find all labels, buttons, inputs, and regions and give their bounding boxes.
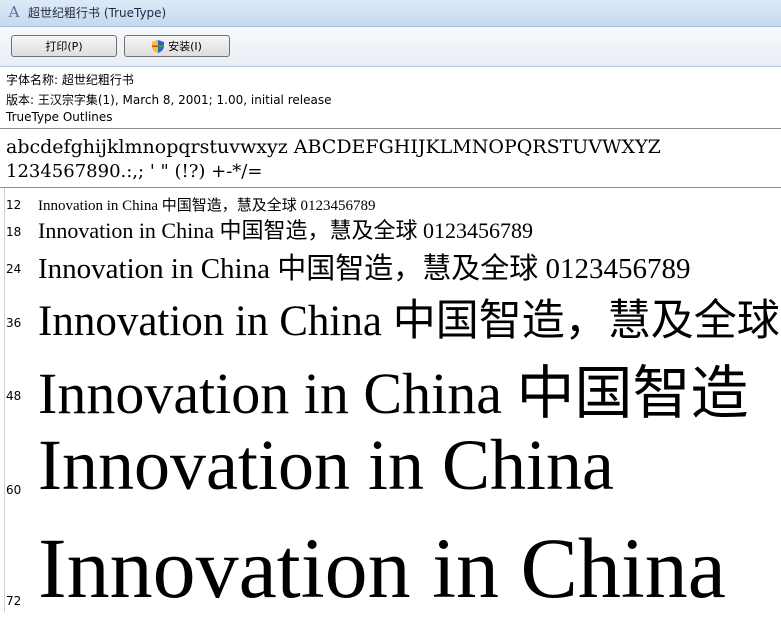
separator	[0, 128, 781, 129]
sample-text-18: Innovation in China 中国智造，慧及全球 0123456789	[38, 218, 533, 243]
size-label-72: 72	[6, 594, 22, 608]
size-label-18: 18	[6, 225, 22, 239]
print-button-label: 打印(P)	[45, 40, 83, 53]
title-bar: A 超世纪粗行书 (TrueType)	[0, 0, 781, 27]
sample-text-72: Innovation in China	[38, 520, 726, 616]
sample-text-60: Innovation in China	[38, 425, 614, 505]
install-button[interactable]: 安装(I)	[124, 35, 230, 57]
sample-text-24: Innovation in China 中国智造，慧及全球 0123456789	[38, 253, 691, 285]
type-info: TrueType Outlines	[6, 110, 113, 124]
sample-text-48: Innovation in China 中国智造	[38, 361, 749, 426]
left-rule	[4, 188, 5, 612]
separator	[0, 187, 781, 188]
install-button-label: 安装(I)	[168, 40, 202, 53]
print-button[interactable]: 打印(P)	[11, 35, 117, 57]
sample-text-12: Innovation in China 中国智造，慧及全球 0123456789	[38, 198, 376, 214]
size-label-12: 12	[6, 198, 22, 212]
charset-lowercase-uppercase: abcdefghijklmnopqrstuvwxyz ABCDEFGHIJKLM…	[6, 136, 661, 158]
size-label-48: 48	[6, 389, 22, 403]
size-label-36: 36	[6, 316, 22, 330]
version-info: 版本: 王汉宗字集(1), March 8, 2001; 1.00, initi…	[6, 93, 332, 107]
size-label-24: 24	[6, 262, 22, 276]
window-title: 超世纪粗行书 (TrueType)	[28, 6, 167, 20]
uac-shield-icon	[152, 39, 165, 53]
font-file-icon: A	[8, 3, 20, 21]
toolbar: 打印(P) 安装(I)	[0, 27, 781, 67]
size-label-60: 60	[6, 483, 22, 497]
sample-text-36: Innovation in China 中国智造，慧及全球	[38, 298, 780, 345]
charset-digits-symbols: 1234567890.:,; ' " (!?) +-*/=	[6, 161, 263, 182]
font-name-info: 字体名称: 超世纪粗行书	[6, 73, 134, 87]
